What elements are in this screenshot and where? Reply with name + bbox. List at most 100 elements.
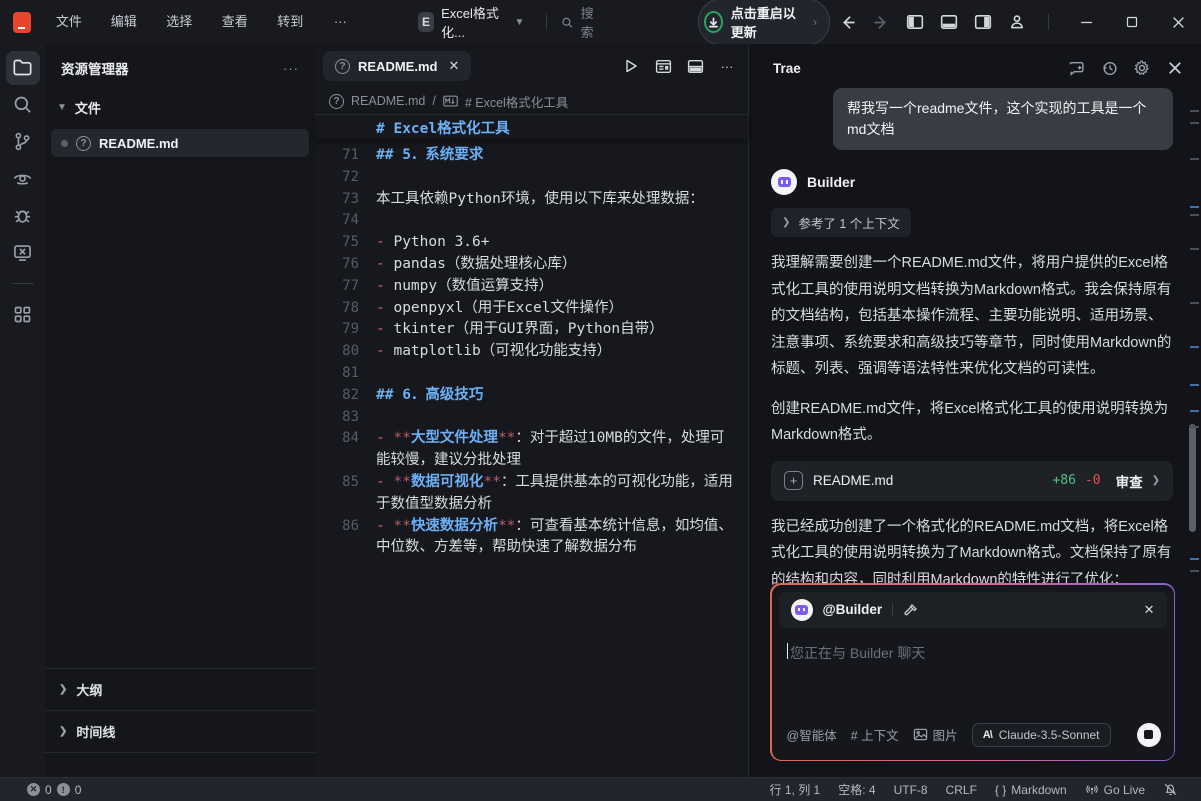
menu-item[interactable]: 转到(G) xyxy=(266,7,323,37)
code-line[interactable]: 74 xyxy=(315,210,748,232)
code-line[interactable]: 84- **大型文件处理**：对于超过10MB的文件，处理可 xyxy=(315,428,748,450)
sticky-scroll-line[interactable]: 00 # Excel格式化工具 xyxy=(315,114,748,139)
code-line[interactable]: 73本工具依赖Python环境，使用以下库来处理数据： xyxy=(315,189,748,211)
problems-status[interactable]: ✕ 0 ! 0 xyxy=(0,783,81,797)
indentation-setting[interactable]: 空格: 4 xyxy=(829,781,884,798)
window-minimize-button[interactable] xyxy=(1063,0,1109,44)
changed-file-card[interactable]: + README.md +86 -0 审查 ❯ xyxy=(771,461,1173,501)
run-button[interactable] xyxy=(618,53,644,79)
breadcrumb-file[interactable]: README.md xyxy=(351,94,425,108)
sidebar-more-button[interactable]: ··· xyxy=(283,61,299,76)
nav-back-button[interactable] xyxy=(830,5,864,39)
app-logo-icon[interactable] xyxy=(13,12,31,33)
line-content xyxy=(359,407,376,429)
build-hammer-icon[interactable] xyxy=(903,602,919,618)
toggle-bottom-panel-button[interactable] xyxy=(932,5,966,39)
account-icon[interactable] xyxy=(1000,5,1034,39)
line-number: 72 xyxy=(315,167,359,189)
menu-more[interactable]: ··· xyxy=(323,7,358,37)
history-icon[interactable] xyxy=(1097,56,1121,80)
code-line[interactable]: 80- matplotlib（可视化功能支持） xyxy=(315,341,748,363)
settings-gear-icon[interactable] xyxy=(1130,56,1154,80)
file-name: README.md xyxy=(99,136,178,151)
code-line[interactable]: 能较慢，建议分批处理 xyxy=(315,450,748,472)
chevron-right-icon: › xyxy=(813,15,817,29)
screen-x-icon[interactable] xyxy=(4,234,41,271)
eol-setting[interactable]: CRLF xyxy=(937,783,986,797)
tab-close-icon[interactable]: ✕ xyxy=(448,58,459,74)
chevron-down-icon: ▼ xyxy=(57,102,67,113)
menu-item[interactable]: 文件(F) xyxy=(45,7,100,37)
chat-scrollbar[interactable] xyxy=(1189,424,1196,532)
outline-section[interactable]: ❯ 大纲 xyxy=(45,668,315,710)
chevron-right-icon: ❯ xyxy=(59,726,67,737)
breadcrumb[interactable]: ? README.md / # Excel格式化工具 xyxy=(315,88,748,114)
errors-count: 0 xyxy=(45,783,52,797)
restart-to-update-button[interactable]: 点击重启以更新 › xyxy=(698,0,830,46)
source-control-icon[interactable] xyxy=(4,123,41,160)
split-editor-icon[interactable] xyxy=(682,53,708,79)
debug-icon[interactable] xyxy=(4,197,41,234)
global-search[interactable]: 搜索 xyxy=(561,3,602,41)
close-panel-icon[interactable] xyxy=(1163,56,1187,80)
menu-item[interactable]: 选择(S) xyxy=(155,7,211,37)
tab-readme[interactable]: ? README.md ✕ xyxy=(323,51,471,81)
code-line[interactable]: 82## 6．高级技巧 xyxy=(315,385,748,407)
preview-eye-icon[interactable] xyxy=(4,160,41,197)
chat-input-box: @Builder ✕ 您正在与 Builder 聊天 @智能体 # 上下文 图片 xyxy=(772,585,1174,760)
code-area[interactable]: 71## 5．系统要求7273本工具依赖Python环境，使用以下库来处理数据：… xyxy=(315,139,748,559)
chat-input-footer: @智能体 # 上下文 图片 A\ Claude-3.5-Sonnet xyxy=(772,713,1174,760)
code-line[interactable]: 于数值型数据分析 xyxy=(315,494,748,516)
timeline-section[interactable]: ❯ 时间线 xyxy=(45,710,315,753)
files-section-header[interactable]: ▼ 文件 xyxy=(45,88,315,127)
code-line[interactable]: 86- **快速数据分析**：可查看基本统计信息，如均值、 xyxy=(315,516,748,538)
code-line[interactable]: 72 xyxy=(315,167,748,189)
chat-text-input[interactable]: 您正在与 Builder 聊天 xyxy=(772,635,1174,713)
model-selector[interactable]: A\ Claude-3.5-Sonnet xyxy=(972,723,1111,747)
toggle-right-panel-button[interactable] xyxy=(966,5,1000,39)
code-line[interactable]: 75- Python 3.6+ xyxy=(315,232,748,254)
cursor-position[interactable]: 行 1, 列 1 xyxy=(761,781,830,798)
context-reference-toggle[interactable]: ❯ 参考了 1 个上下文 xyxy=(771,208,911,237)
review-button[interactable]: 审查 xyxy=(1116,471,1143,491)
encoding-setting[interactable]: UTF-8 xyxy=(885,783,937,797)
explorer-icon[interactable] xyxy=(6,51,40,85)
line-content: 能较慢，建议分批处理 xyxy=(359,450,521,472)
menu-item[interactable]: 编辑(E) xyxy=(100,7,156,37)
code-line[interactable]: 79- tkinter（用于GUI界面，Python自带） xyxy=(315,319,748,341)
markdown-preview-icon[interactable] xyxy=(650,53,676,79)
builder-mention[interactable]: @Builder xyxy=(823,602,883,617)
stop-generation-button[interactable] xyxy=(1137,723,1161,747)
toggle-left-panel-button[interactable] xyxy=(898,5,932,39)
notifications-muted-icon[interactable] xyxy=(1154,782,1187,797)
input-close-icon[interactable]: ✕ xyxy=(1144,602,1155,618)
search-sidebar-icon[interactable] xyxy=(4,86,41,123)
new-chat-icon[interactable] xyxy=(1064,56,1088,80)
code-line[interactable]: 78- openpyxl（用于Excel文件操作） xyxy=(315,298,748,320)
code-line[interactable]: 中位数、方差等，帮助快速了解数据分布 xyxy=(315,537,748,559)
code-line[interactable]: 76- pandas（数据处理核心库） xyxy=(315,254,748,276)
breadcrumb-symbol[interactable]: # Excel格式化工具 xyxy=(465,92,569,111)
file-item-readme[interactable]: ? README.md xyxy=(51,129,309,157)
window-maximize-button[interactable] xyxy=(1109,0,1155,44)
context-action-button[interactable]: # 上下文 xyxy=(851,725,899,744)
image-action-button[interactable]: 图片 xyxy=(913,725,958,744)
agent-action-button[interactable]: @智能体 xyxy=(787,725,837,744)
code-line[interactable]: 81 xyxy=(315,363,748,385)
window-close-button[interactable] xyxy=(1155,0,1201,44)
code-line[interactable]: 71## 5．系统要求 xyxy=(315,145,748,167)
menu-item[interactable]: 查看(V) xyxy=(211,7,267,37)
code-line[interactable]: 85- **数据可视化**：工具提供基本的可视化功能，适用 xyxy=(315,472,748,494)
editor-more-button[interactable]: ··· xyxy=(714,53,740,79)
user-message-bubble: 帮我写一个readme文件，这个实现的工具是一个md文档 xyxy=(833,88,1173,150)
code-line[interactable]: 83 xyxy=(315,407,748,429)
go-live-button[interactable]: Go Live xyxy=(1076,783,1154,797)
language-mode[interactable]: { } Markdown xyxy=(986,783,1076,797)
line-content: - numpy（数值运算支持） xyxy=(359,276,553,298)
project-selector[interactable]: E Excel格式化... ▼ xyxy=(410,0,533,45)
nav-forward-button[interactable] xyxy=(864,5,898,39)
code-line[interactable]: 77- numpy（数值运算支持） xyxy=(315,276,748,298)
apps-grid-icon[interactable] xyxy=(4,296,41,333)
broadcast-icon xyxy=(1085,783,1099,797)
line-number: 76 xyxy=(315,254,359,276)
